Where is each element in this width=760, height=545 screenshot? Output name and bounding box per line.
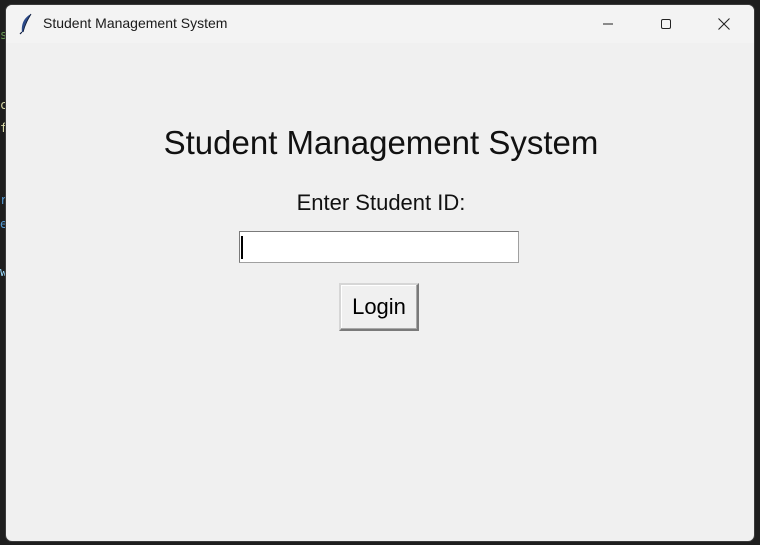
main-content: Student Management System Enter Student … bbox=[6, 43, 754, 541]
page-title: Student Management System bbox=[163, 124, 599, 161]
student-id-input[interactable] bbox=[239, 231, 519, 263]
app-window: Student Management System Student Manage… bbox=[5, 4, 755, 542]
close-icon bbox=[718, 18, 730, 30]
minimize-button[interactable] bbox=[585, 5, 631, 43]
window-title: Student Management System bbox=[43, 15, 228, 31]
feather-icon bbox=[18, 13, 34, 35]
student-id-label: Enter Student ID: bbox=[296, 190, 466, 215]
maximize-button[interactable] bbox=[643, 5, 689, 43]
text-caret bbox=[241, 236, 243, 259]
minimize-icon bbox=[603, 23, 613, 25]
desktop: s c f r e w Student Management System St… bbox=[0, 0, 760, 545]
maximize-icon bbox=[661, 19, 671, 29]
close-button[interactable] bbox=[701, 5, 747, 43]
login-button[interactable]: Login bbox=[339, 283, 419, 331]
title-bar[interactable]: Student Management System bbox=[6, 5, 754, 43]
